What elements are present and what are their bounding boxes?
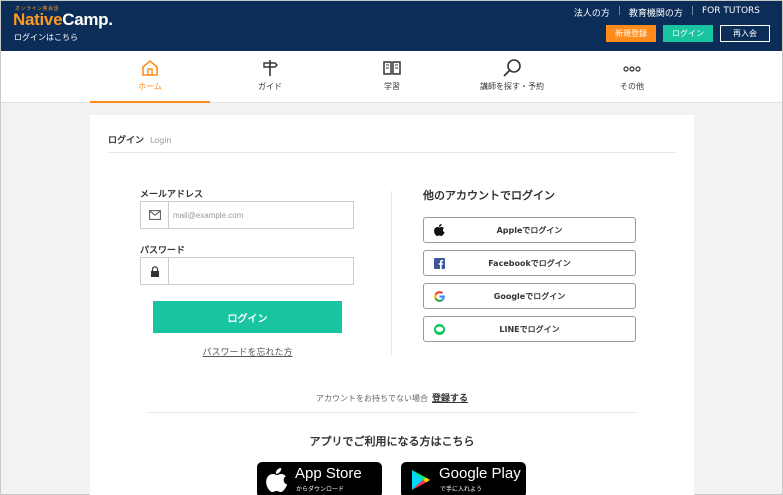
facebook-login-button[interactable]: Facebookでログイン — [423, 250, 636, 276]
password-label: パスワード — [140, 246, 186, 256]
divider — [148, 412, 636, 413]
nav-label: ガイド — [258, 82, 282, 91]
corporate-link[interactable]: 法人の方 — [566, 6, 618, 19]
header-login-button[interactable]: ログイン — [663, 25, 713, 42]
register-link[interactable]: 登録する — [432, 394, 468, 404]
card-title-ja: ログイン — [108, 136, 145, 146]
education-link[interactable]: 教育機関の方 — [621, 6, 691, 19]
lock-icon — [141, 258, 169, 284]
logo-native: Native — [13, 10, 63, 29]
google-play-icon — [412, 470, 430, 490]
nav-item-home[interactable]: ホーム — [90, 51, 210, 103]
nav-item-other[interactable]: その他 — [572, 51, 692, 103]
nav-item-study[interactable]: 学習 — [332, 51, 452, 103]
nav-item-guide[interactable]: ガイド — [210, 51, 330, 103]
nav-label: 講師を探す・予約 — [480, 82, 544, 91]
email-field-wrap — [140, 201, 354, 229]
tutors-link[interactable]: FOR TUTORS — [694, 6, 768, 19]
apple-icon — [266, 468, 288, 492]
nav-item-find-tutor[interactable]: 講師を探す・予約 — [452, 51, 572, 103]
card-title-en: Login — [150, 136, 172, 145]
signpost-icon — [263, 60, 278, 76]
home-icon — [142, 59, 158, 76]
app-section-title: アプリでご利用になる方はこちら — [309, 435, 475, 448]
card-title: ログイン Login — [108, 133, 172, 146]
app-store-sublabel: からダウンロード — [296, 486, 345, 493]
book-icon — [383, 61, 401, 75]
social-login-title: 他のアカウントでログイン — [423, 189, 555, 202]
social-label: Appleでログイン — [496, 226, 563, 235]
email-label: メールアドレス — [140, 190, 204, 200]
no-account-row: アカウントをお持ちでない場合 登録する — [90, 391, 694, 404]
vertical-divider — [391, 191, 392, 355]
apple-login-button[interactable]: Appleでログイン — [423, 217, 636, 243]
nav-label: 学習 — [384, 82, 400, 91]
google-play-label: Google Play — [439, 465, 521, 482]
register-button[interactable]: 新規登録 — [606, 25, 656, 42]
password-field-wrap — [140, 257, 354, 285]
logo[interactable]: NativeCamp. — [13, 10, 113, 30]
more-icon — [623, 66, 641, 72]
password-input[interactable] — [173, 262, 349, 280]
google-login-button[interactable]: Googleでログイン — [423, 283, 636, 309]
nav-label: ホーム — [138, 82, 162, 91]
forgot-password-link[interactable]: パスワードを忘れた方 — [153, 345, 342, 358]
social-label: LINEでログイン — [499, 325, 560, 334]
app-store-label: App Store — [295, 465, 362, 482]
line-login-button[interactable]: LINEでログイン — [423, 316, 636, 342]
google-play-badge[interactable]: Google Play で手に入れよう — [401, 462, 526, 495]
login-submit-button[interactable]: ログイン — [153, 301, 342, 333]
no-account-text: アカウントをお持ちでない場合 — [315, 394, 428, 403]
app-store-badge[interactable]: App Store からダウンロード — [257, 462, 382, 495]
top-links: 法人の方 | 教育機関の方 | FOR TUTORS — [566, 6, 768, 19]
logo-camp: Camp. — [62, 10, 113, 29]
nav-label: その他 — [620, 82, 644, 91]
rejoin-button[interactable]: 再入会 — [720, 25, 770, 42]
email-input[interactable] — [173, 206, 349, 224]
login-card: ログインLogin メールアドレス パスワード ログイン パスワードを忘れた方 … — [90, 115, 694, 495]
social-label: Googleでログイン — [493, 292, 566, 301]
main-nav: ホーム ガイド 学習 講師を探す・予約 その他 — [1, 51, 782, 103]
search-icon — [503, 59, 521, 77]
login-here-link[interactable]: ログインはこちら — [14, 32, 78, 43]
divider — [108, 152, 676, 153]
mail-icon — [141, 202, 169, 228]
social-label: Facebookでログイン — [488, 259, 571, 268]
site-header: オンライン英会話 NativeCamp. ログインはこちら 法人の方 | 教育機… — [1, 1, 782, 51]
google-play-sublabel: で手に入れよう — [440, 486, 483, 493]
